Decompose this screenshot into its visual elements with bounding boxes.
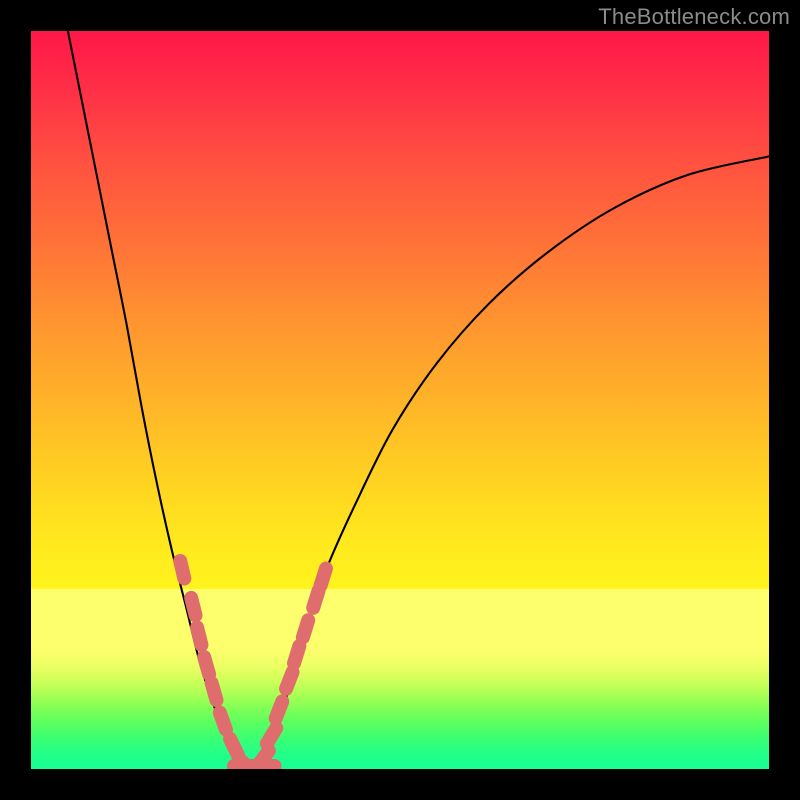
marker-dash xyxy=(313,591,318,608)
marker-dash xyxy=(239,758,252,769)
marker-group-left xyxy=(180,561,251,769)
curve-right-branch xyxy=(252,156,769,769)
curve-left-branch xyxy=(68,31,253,769)
marker-dash xyxy=(294,646,299,663)
marker-dash xyxy=(258,751,269,765)
marker-dash xyxy=(204,657,209,674)
curves-layer xyxy=(31,31,769,769)
marker-dash xyxy=(197,627,201,644)
chart-stage: TheBottleneck.com xyxy=(0,0,800,800)
marker-dash xyxy=(267,728,276,743)
marker-dash xyxy=(276,702,283,719)
marker-dash xyxy=(180,561,184,579)
marker-group-right xyxy=(258,569,326,766)
marker-dash xyxy=(303,620,308,637)
watermark-text: TheBottleneck.com xyxy=(598,4,790,30)
marker-dash xyxy=(321,569,326,586)
marker-dash xyxy=(286,672,293,689)
plot-area xyxy=(31,31,769,769)
marker-dash xyxy=(212,683,217,700)
marker-dash xyxy=(191,598,195,615)
marker-dash xyxy=(220,713,226,730)
